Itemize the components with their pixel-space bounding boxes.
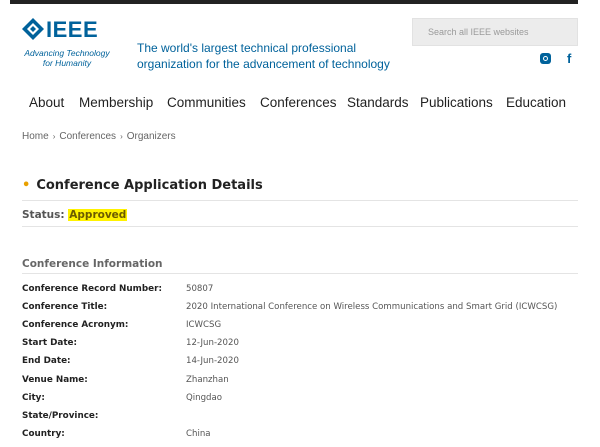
nav-item-communities[interactable]: Communities — [167, 95, 246, 110]
info-row-title: Conference Title: 2020 International Con… — [22, 302, 578, 320]
divider — [22, 200, 578, 201]
info-label: End Date: — [22, 356, 71, 366]
nav-item-about[interactable]: About — [29, 95, 64, 110]
divider — [22, 273, 578, 274]
page-title-text: Conference Application Details — [36, 178, 263, 193]
nav-item-education[interactable]: Education — [506, 95, 566, 110]
main-nav: About Membership Communities Conferences… — [29, 95, 574, 113]
info-value: 12-Jun-2020 — [186, 338, 239, 348]
nav-item-standards[interactable]: Standards — [347, 95, 409, 110]
divider — [22, 226, 578, 227]
breadcrumb-separator: › — [52, 132, 56, 141]
status-badge: Approved — [68, 209, 128, 221]
section-title: Conference Information — [22, 258, 163, 270]
logo-tagline-line-1: Advancing Technology — [24, 48, 110, 58]
info-value: 2020 International Conference on Wireles… — [186, 302, 558, 312]
nav-item-conferences[interactable]: Conferences — [260, 95, 337, 110]
breadcrumb-separator: › — [120, 132, 123, 141]
info-row-acronym: Conference Acronym: ICWCSG — [22, 320, 578, 338]
info-label: Conference Title: — [22, 302, 108, 312]
nav-item-membership[interactable]: Membership — [79, 95, 153, 110]
instagram-icon[interactable] — [540, 53, 551, 64]
info-row-record-number: Conference Record Number: 50807 — [22, 284, 578, 302]
info-label: Venue Name: — [22, 375, 88, 385]
info-row-country: Country: China — [22, 429, 578, 447]
info-row-state: State/Province: — [22, 411, 578, 429]
breadcrumb-home[interactable]: Home — [22, 131, 49, 142]
title-bullet-icon: • — [22, 178, 31, 193]
info-label: State/Province: — [22, 411, 99, 421]
info-label: Conference Record Number: — [22, 284, 162, 294]
logo-wordmark: IEEE — [46, 17, 99, 42]
info-label: Conference Acronym: — [22, 320, 129, 330]
info-value: Zhanzhan — [186, 375, 229, 385]
info-value: China — [186, 429, 211, 439]
ieee-diamond-icon — [22, 18, 44, 40]
search-input[interactable]: Search all IEEE websites — [412, 18, 578, 46]
status-label: Status: — [22, 209, 65, 221]
status-line: Status: Approved — [22, 209, 128, 221]
nav-item-publications[interactable]: Publications — [420, 95, 493, 110]
info-value: 50807 — [186, 284, 214, 294]
info-row-venue: Venue Name: Zhanzhan — [22, 375, 578, 393]
breadcrumb-organizers[interactable]: Organizers — [127, 131, 176, 142]
info-row-city: City: Qingdao — [22, 393, 578, 411]
info-value: ICWCSG — [186, 320, 222, 330]
logo-tagline: Advancing Technology for Humanity — [22, 48, 112, 68]
breadcrumb: Home › Conferences › Organizers — [22, 131, 176, 142]
info-row-start-date: Start Date: 12-Jun-2020 — [22, 338, 578, 356]
info-row-end-date: End Date: 14-Jun-2020 — [22, 356, 578, 374]
ieee-logo[interactable]: IEEE Advancing Technology for Humanity — [22, 17, 114, 70]
top-border — [10, 0, 578, 4]
info-value: 14-Jun-2020 — [186, 356, 239, 366]
info-label: City: — [22, 393, 45, 403]
facebook-icon[interactable]: f — [567, 51, 571, 66]
page-title: • Conference Application Details — [22, 178, 263, 193]
info-label: Start Date: — [22, 338, 78, 348]
info-label: Country: — [22, 429, 65, 439]
site-tagline: The world's largest technical profession… — [137, 41, 390, 71]
breadcrumb-conferences[interactable]: Conferences — [59, 131, 116, 142]
logo-tagline-line-2: for Humanity — [42, 58, 92, 68]
info-value: Qingdao — [186, 393, 223, 403]
